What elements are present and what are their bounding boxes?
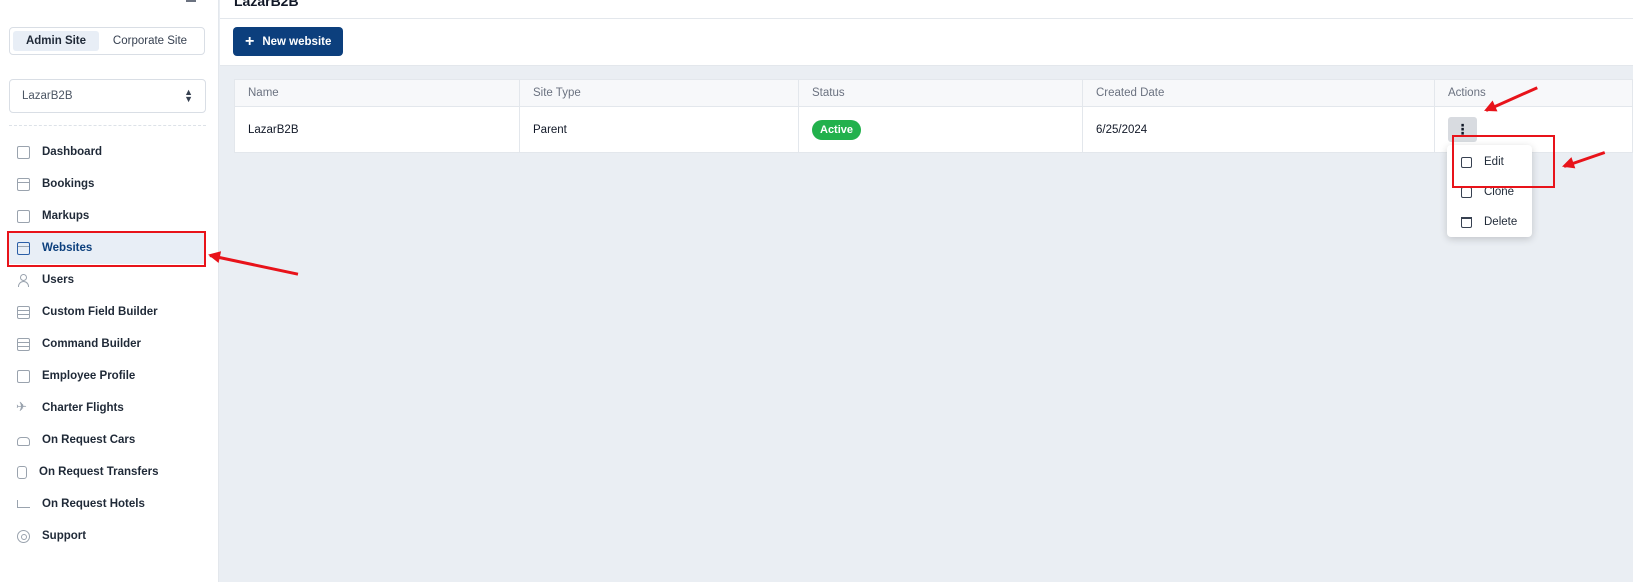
annotation-highlight-edit (1452, 135, 1555, 188)
sidebar-nav: Dashboard Bookings Markups Websites User… (8, 136, 205, 552)
site-select[interactable]: LazarB2B ▲ ▼ (9, 79, 206, 113)
column-header-created-date[interactable]: Created Date (1083, 80, 1435, 106)
new-website-label: New website (262, 35, 332, 48)
sidebar-item-support[interactable]: Support (8, 520, 205, 552)
collapse-icon[interactable] (186, 0, 196, 2)
sidebar-divider (9, 125, 206, 126)
sidebar-item-command-builder[interactable]: Command Builder (8, 328, 205, 360)
sidebar: Admin Site Corporate Site LazarB2B ▲ ▼ Da… (0, 0, 219, 582)
sidebar-item-charter-flights[interactable]: Charter Flights (8, 392, 205, 424)
sidebar-item-custom-field-builder[interactable]: Custom Field Builder (8, 296, 205, 328)
copy-icon (1461, 186, 1472, 198)
sidebar-item-dashboard[interactable]: Dashboard (8, 136, 205, 168)
corporate-site-tab[interactable]: Corporate Site (99, 31, 201, 51)
sidebar-item-on-request-transfers[interactable]: On Request Transfers (8, 456, 205, 488)
menu-item-label: Delete (1484, 216, 1518, 228)
sidebar-item-label: Command Builder (42, 338, 142, 350)
sidebar-item-label: Markups (42, 210, 90, 222)
form-icon (17, 305, 30, 319)
page-header: LazarB2B (220, 0, 1633, 19)
site-toggle: Admin Site Corporate Site (9, 27, 205, 55)
sidebar-item-bookings[interactable]: Bookings (8, 168, 205, 200)
plane-icon (16, 399, 30, 415)
sidebar-item-label: Charter Flights (42, 402, 124, 414)
sidebar-item-label: Users (42, 274, 74, 286)
table-header: Name Site Type Status Created Date Actio… (235, 80, 1632, 107)
sidebar-item-label: Support (42, 530, 87, 542)
table-row: LazarB2B Parent Active 6/25/2024 ⋮ (235, 107, 1632, 152)
bed-icon (17, 500, 30, 508)
table-icon (17, 337, 30, 351)
calendar-icon (17, 177, 30, 191)
annotation-arrow-edit (1563, 151, 1606, 168)
grid-icon (17, 145, 30, 159)
annotation-arrow-websites (209, 254, 299, 276)
sidebar-item-label: On Request Cars (42, 434, 136, 446)
id-card-icon (17, 369, 30, 383)
cell-status: Active (799, 107, 1083, 152)
site-select-value: LazarB2B (22, 90, 73, 102)
menu-item-delete[interactable]: Delete (1447, 207, 1532, 237)
new-website-button[interactable]: + New website (233, 27, 344, 56)
sidebar-item-label: On Request Transfers (39, 466, 159, 478)
sidebar-item-on-request-cars[interactable]: On Request Cars (8, 424, 205, 456)
page-title: LazarB2B (234, 0, 299, 9)
sidebar-item-markups[interactable]: Markups (8, 200, 205, 232)
column-header-name[interactable]: Name (235, 80, 520, 106)
tag-icon (17, 209, 30, 223)
sort-arrows-icon: ▲ ▼ (184, 87, 193, 104)
column-header-actions: Actions (1448, 87, 1486, 99)
sidebar-item-users[interactable]: Users (8, 264, 205, 296)
annotation-highlight-websites (7, 231, 206, 267)
status-badge: Active (812, 119, 862, 140)
sidebar-item-label: On Request Hotels (42, 498, 145, 510)
sidebar-item-label: Dashboard (42, 146, 103, 158)
trash-icon (1461, 216, 1472, 228)
car-icon (17, 436, 30, 446)
sidebar-item-on-request-hotels[interactable]: On Request Hotels (8, 488, 205, 520)
bus-icon (17, 465, 27, 479)
sidebar-item-label: Bookings (42, 178, 95, 190)
column-header-status[interactable]: Status (799, 80, 1083, 106)
sidebar-item-label: Custom Field Builder (42, 306, 158, 318)
toolbar: + New website (220, 19, 1633, 66)
sidebar-item-employee-profile[interactable]: Employee Profile (8, 360, 205, 392)
users-icon (17, 273, 30, 287)
cell-created-date: 6/25/2024 (1083, 107, 1435, 152)
sidebar-item-label: Employee Profile (42, 370, 136, 382)
cell-site-type: Parent (520, 107, 799, 152)
websites-table: Name Site Type Status Created Date Actio… (234, 79, 1633, 153)
admin-site-tab[interactable]: Admin Site (13, 31, 99, 51)
column-header-site-type[interactable]: Site Type (520, 80, 799, 106)
plus-icon: + (245, 32, 255, 50)
lifebuoy-icon (17, 529, 30, 543)
cell-name: LazarB2B (235, 107, 520, 152)
